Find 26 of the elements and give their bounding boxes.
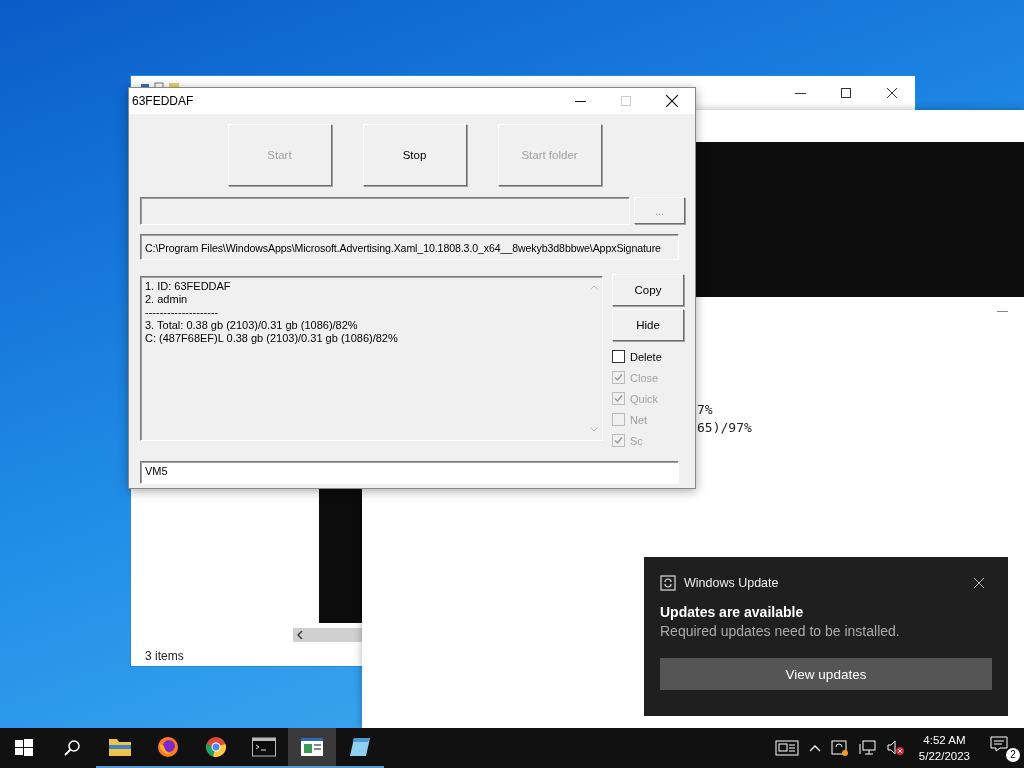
console-line: 65)/97% bbox=[697, 419, 752, 437]
checkbox-label: Sc bbox=[630, 434, 643, 447]
side-button[interactable]: Hide bbox=[612, 309, 684, 341]
side-button[interactable]: Copy bbox=[612, 274, 684, 306]
checkbox-label: Delete bbox=[630, 350, 662, 363]
log-line: 2. admin bbox=[145, 293, 189, 306]
app-name: Windows Update bbox=[684, 576, 779, 590]
checkbox-label: Close bbox=[630, 371, 659, 384]
notification-count: 2 bbox=[1006, 748, 1020, 762]
action-button[interactable]: Stop bbox=[362, 124, 467, 186]
log-line: C: (487F68EF)L 0.38 gb (2103)/0.31 gb (1086)/82% bbox=[145, 332, 399, 345]
console-line: 7% bbox=[697, 401, 714, 419]
clock-time[interactable]: 4:52 AM bbox=[923, 732, 966, 748]
log-line: 3. Total: 0.38 gb (2103)/0.31 gb (1086)/82% bbox=[145, 319, 359, 332]
notification-message: Required updates need to be installed. bbox=[660, 623, 901, 639]
clock-date[interactable]: 5/22/2023 bbox=[918, 748, 970, 764]
log-line: 1. ID: 63FEDDAF bbox=[145, 280, 232, 293]
log-line: -------------------- bbox=[145, 306, 220, 319]
checkbox-label: Net bbox=[630, 413, 648, 426]
name-field[interactable]: VM5 bbox=[140, 461, 679, 484]
window-title: 63FEDDAF bbox=[132, 94, 194, 108]
status-text: 3 items bbox=[145, 649, 184, 663]
view-updates-button[interactable]: View updates bbox=[660, 658, 992, 690]
notification-title: Updates are available bbox=[660, 604, 805, 620]
path-field[interactable]: C:\Program Files\WindowsApps\Microsoft.Advertising.Xaml_10.1808.3.0_x64__8wekyb3d8bbwe\AppxSignature bbox=[140, 234, 679, 260]
checkbox-label: Quick bbox=[630, 392, 659, 405]
